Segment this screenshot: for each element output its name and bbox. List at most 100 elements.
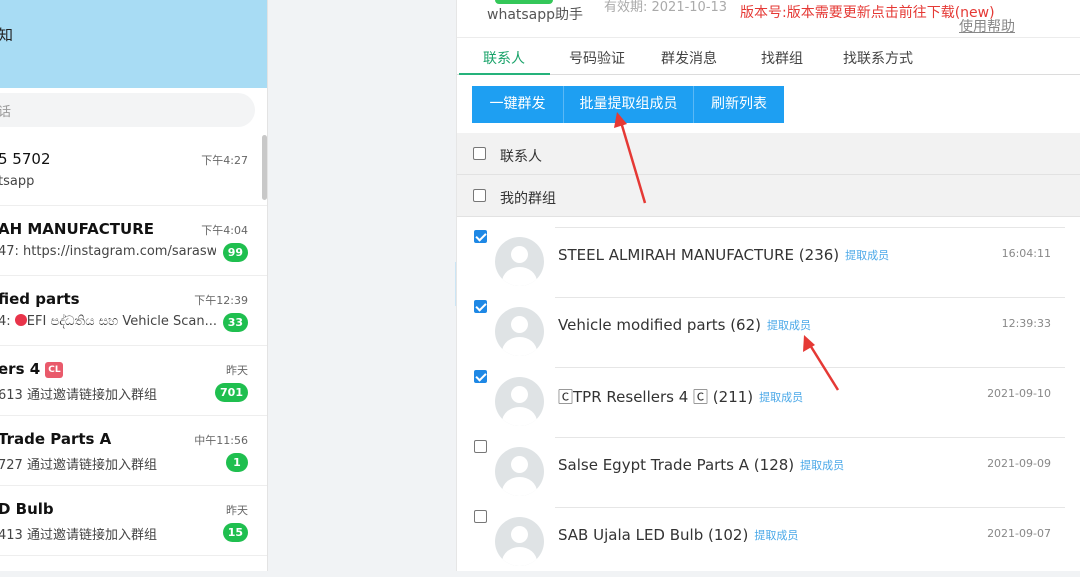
group-avatar bbox=[495, 447, 544, 496]
contacts-section-header[interactable]: 联系人 bbox=[457, 133, 1080, 175]
chat-list: 5 5702 tsapp 下午4:27 AH MANUFACTURE 47: h… bbox=[0, 136, 267, 556]
group-checkbox[interactable] bbox=[474, 510, 487, 523]
chat-time: 中午11:56 bbox=[194, 434, 248, 447]
chat-item[interactable]: Trade Parts A 727 通过邀请链接加入群组 中午11:56 1 bbox=[0, 416, 267, 486]
chat-preview-text: EFI පද්ධතිය සහ Vehicle Scan... bbox=[26, 314, 216, 329]
extract-members-link[interactable]: 提取成员 bbox=[759, 391, 803, 404]
extract-members-link[interactable]: 提取成员 bbox=[800, 459, 844, 472]
row-divider bbox=[555, 507, 1065, 508]
row-divider bbox=[555, 227, 1065, 228]
unread-badge: 701 bbox=[215, 383, 248, 402]
chat-preview: 4: EFI පද්ධතිය සහ Vehicle Scan... bbox=[0, 314, 216, 329]
chat-title-text: ers 4 bbox=[0, 360, 41, 378]
row-divider bbox=[555, 367, 1065, 368]
unread-badge: 99 bbox=[222, 243, 248, 262]
tab-find-groups[interactable]: 找群组 bbox=[761, 48, 803, 68]
chat-preview-prefix: 4: bbox=[0, 314, 11, 329]
extract-members-link[interactable]: 提取成员 bbox=[754, 529, 798, 542]
tab-contacts[interactable]: 联系人 bbox=[483, 48, 525, 68]
group-avatar bbox=[495, 237, 544, 286]
chat-item[interactable]: AH MANUFACTURE 47: https://instagram.com… bbox=[0, 206, 267, 276]
group-name: STEEL ALMIRAH MANUFACTURE (236) 提取成员 bbox=[558, 246, 889, 264]
active-tab-indicator bbox=[459, 73, 550, 75]
unread-badge: 33 bbox=[222, 313, 248, 332]
profile-name: 知 bbox=[0, 24, 13, 45]
chat-search-input[interactable]: 话 bbox=[0, 93, 255, 127]
group-list: STEEL ALMIRAH MANUFACTURE (236) 提取成员 16:0… bbox=[457, 227, 1080, 577]
version-update-link[interactable]: 版本号:版本需要更新点击前往下载(new) bbox=[740, 2, 995, 22]
group-time: 12:39:33 bbox=[1001, 317, 1051, 330]
group-avatar bbox=[495, 377, 544, 426]
group-row[interactable]: 🄲TPR Resellers 4 🄲 (211) 提取成员 2021-09-10 bbox=[457, 367, 1080, 437]
group-row[interactable]: SAB Ujala LED Bulb (102) 提取成员 2021-09-07 bbox=[457, 507, 1080, 577]
chat-title: fied parts bbox=[0, 290, 80, 308]
chat-item[interactable]: 5 5702 tsapp 下午4:27 bbox=[0, 136, 267, 206]
extract-members-link[interactable]: 提取成员 bbox=[767, 319, 811, 332]
group-row[interactable]: Vehicle modified parts (62) 提取成员 12:39:33 bbox=[457, 297, 1080, 367]
group-name: 🄲TPR Resellers 4 🄲 (211) 提取成员 bbox=[558, 386, 803, 407]
group-name: SAB Ujala LED Bulb (102) 提取成员 bbox=[558, 526, 798, 544]
group-name-text: Salse Egypt Trade Parts A (128) bbox=[558, 456, 795, 474]
chat-item[interactable]: fied parts 4: EFI පද්ධතිය සහ Vehicle Sca… bbox=[0, 276, 267, 346]
chat-preview: 413 通过邀请链接加入群组 bbox=[0, 528, 157, 543]
group-row[interactable]: STEEL ALMIRAH MANUFACTURE (236) 提取成员 16:0… bbox=[457, 227, 1080, 297]
chat-title: ers 4 CL bbox=[0, 360, 64, 378]
group-checkbox[interactable] bbox=[474, 370, 487, 383]
chat-preview: 727 通过邀请链接加入群组 bbox=[0, 458, 157, 473]
group-name: Vehicle modified parts (62) 提取成员 bbox=[558, 316, 811, 334]
row-divider bbox=[555, 437, 1065, 438]
group-time: 2021-09-07 bbox=[987, 527, 1051, 540]
tab-find-contacts[interactable]: 找联系方式 bbox=[843, 48, 913, 68]
group-avatar bbox=[495, 307, 544, 356]
mass-send-button[interactable]: 一键群发 bbox=[472, 86, 564, 123]
help-link[interactable]: 使用帮助 bbox=[959, 16, 1015, 36]
chat-time: 昨天 bbox=[226, 504, 248, 517]
chat-item[interactable]: ers 4 CL 613 通过邀请链接加入群组 昨天 701 bbox=[0, 346, 267, 416]
chat-title: Trade Parts A bbox=[0, 430, 112, 448]
extract-members-link[interactable]: 提取成员 bbox=[845, 249, 889, 262]
group-checkbox[interactable] bbox=[474, 300, 487, 313]
chat-preview: 613 通过邀请链接加入群组 bbox=[0, 388, 157, 403]
group-name-text: SAB Ujala LED Bulb (102) bbox=[558, 526, 749, 544]
chat-time: 下午4:27 bbox=[201, 154, 248, 167]
cl-emoji-icon: CL bbox=[45, 362, 64, 378]
group-avatar bbox=[495, 517, 544, 566]
chat-time: 下午4:04 bbox=[201, 224, 248, 237]
groups-section-label: 我的群组 bbox=[500, 191, 556, 207]
chat-list-scrollbar[interactable] bbox=[262, 135, 267, 200]
chat-search-placeholder: 话 bbox=[0, 101, 11, 120]
chat-title: 5 5702 bbox=[0, 150, 51, 168]
red-circle-emoji-icon bbox=[14, 314, 27, 326]
chat-sidebar: 知 话 5 5702 tsapp 下午4:27 AH MANUFACTURE 4… bbox=[0, 0, 268, 571]
profile-header: 知 bbox=[0, 0, 267, 88]
groups-select-all-checkbox[interactable] bbox=[473, 189, 486, 202]
group-time: 2021-09-10 bbox=[987, 387, 1051, 400]
tab-number-verify[interactable]: 号码验证 bbox=[569, 48, 625, 68]
row-divider bbox=[555, 297, 1065, 298]
unread-badge: 15 bbox=[222, 523, 248, 542]
chat-item[interactable]: D Bulb 413 通过邀请链接加入群组 昨天 15 bbox=[0, 486, 267, 556]
tab-bar: 联系人 号码验证 群发消息 找群组 找联系方式 bbox=[457, 37, 1080, 75]
chat-preview: 47: https://instagram.com/sarasw... bbox=[0, 244, 216, 259]
group-checkbox[interactable] bbox=[474, 230, 487, 243]
group-name-text: STEEL ALMIRAH MANUFACTURE (236) bbox=[558, 246, 840, 264]
group-row[interactable]: Salse Egypt Trade Parts A (128) 提取成员 2021… bbox=[457, 437, 1080, 507]
groups-section-header[interactable]: 我的群组 bbox=[457, 175, 1080, 217]
validity-date: 有效期: 2021-10-13 bbox=[604, 0, 728, 15]
group-checkbox[interactable] bbox=[474, 440, 487, 453]
chat-title: AH MANUFACTURE bbox=[0, 220, 155, 238]
batch-extract-members-button[interactable]: 批量提取组成员 bbox=[564, 86, 694, 123]
chat-time: 下午12:39 bbox=[194, 294, 248, 307]
app-name: whatsapp助手 bbox=[487, 7, 584, 23]
assistant-panel: whatsapp助手 有效期: 2021-10-13 版本号:版本需要更新点击前… bbox=[456, 0, 1080, 571]
contacts-select-all-checkbox[interactable] bbox=[473, 147, 486, 160]
group-name-text: 🄲TPR Resellers 4 🄲 (211) bbox=[558, 388, 754, 406]
group-time: 16:04:11 bbox=[1001, 247, 1051, 260]
chat-preview: tsapp bbox=[0, 174, 35, 189]
chat-title: D Bulb bbox=[0, 500, 54, 518]
tab-mass-message[interactable]: 群发消息 bbox=[661, 48, 717, 68]
unread-badge: 1 bbox=[226, 453, 248, 472]
group-name-text: Vehicle modified parts (62) bbox=[558, 316, 761, 334]
refresh-list-button[interactable]: 刷新列表 bbox=[694, 86, 784, 123]
chat-time: 昨天 bbox=[226, 364, 248, 377]
